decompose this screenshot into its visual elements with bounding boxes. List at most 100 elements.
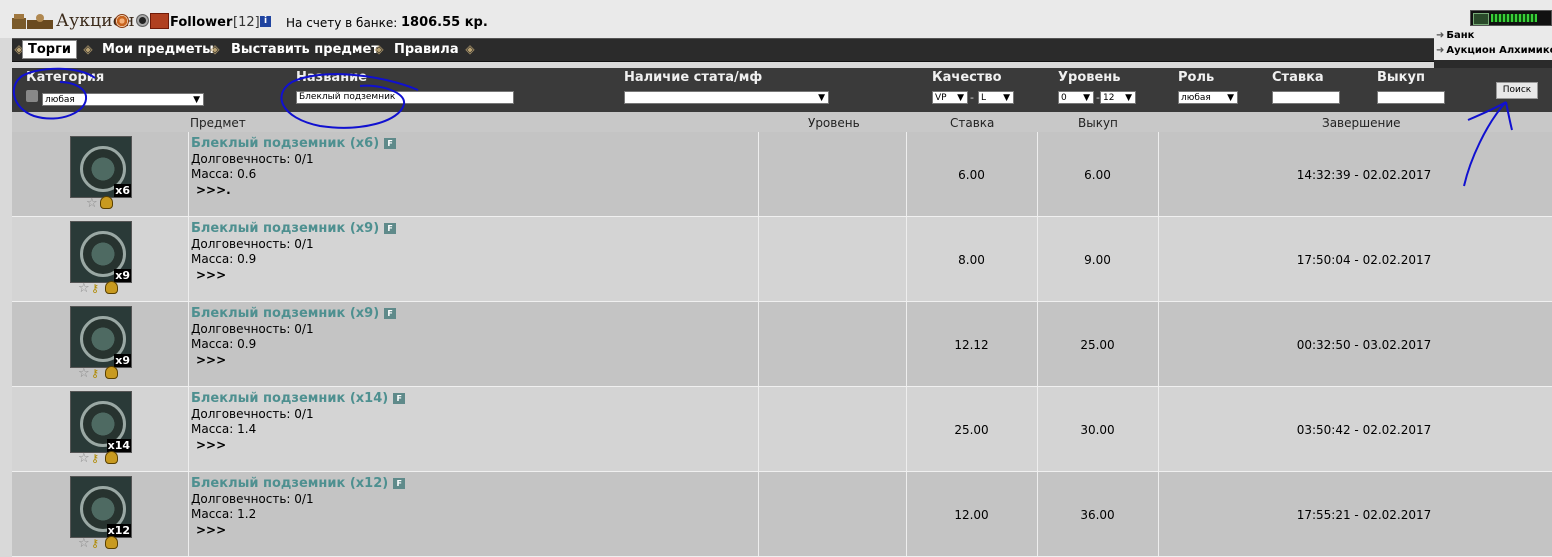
item-image[interactable]: x6: [70, 136, 132, 198]
star-icon[interactable]: ☆: [78, 282, 91, 295]
arrow-icon: ➜: [1436, 45, 1445, 56]
arrow-icon: ➜: [1436, 30, 1445, 41]
link-bank[interactable]: ➜ Банк: [1436, 30, 1474, 41]
key-icon[interactable]: ⚷: [91, 537, 104, 550]
item-actions: ☆: [86, 196, 113, 210]
bid-cell: 12.00: [954, 508, 989, 522]
buyout-cell: 30.00: [1080, 423, 1115, 437]
more-link[interactable]: >>>: [196, 438, 226, 452]
more-link[interactable]: >>>: [196, 523, 226, 537]
table-row: x12 ☆⚷ Блеклый подземник (x12) F Долговечнос…: [12, 472, 1552, 557]
name-input[interactable]: Блеклый подземник: [296, 91, 514, 104]
link-bank-label: Банк: [1446, 30, 1475, 41]
column-divider: [758, 302, 759, 386]
item-name-link[interactable]: Блеклый подземник (x6) F: [191, 136, 397, 151]
nav-separator-icon: ◈: [210, 42, 220, 56]
bag-icon[interactable]: [105, 366, 118, 379]
star-icon[interactable]: ☆: [86, 197, 99, 210]
buyout-input[interactable]: [1377, 91, 1445, 104]
star-icon[interactable]: ☆: [78, 367, 91, 380]
chevron-down-icon: ▼: [1083, 93, 1090, 103]
buyout-cell: 36.00: [1080, 508, 1115, 522]
tab-put-item[interactable]: Выставить предмет: [226, 41, 384, 58]
item-mass: Масса: 1.4: [191, 422, 256, 436]
item-durability: Долговечность: 0/1: [191, 322, 314, 336]
f-badge[interactable]: F: [384, 308, 397, 319]
bid-label: Ставка: [1272, 70, 1324, 85]
item-image[interactable]: x9: [70, 221, 132, 283]
category-select[interactable]: любая ▼: [42, 93, 204, 106]
info-icon[interactable]: i: [260, 16, 271, 27]
star-icon[interactable]: ☆: [78, 452, 91, 465]
bag-icon[interactable]: [105, 281, 118, 294]
column-divider: [188, 132, 189, 216]
key-icon[interactable]: ⚷: [91, 452, 104, 465]
role-select[interactable]: любая ▼: [1178, 91, 1238, 104]
f-badge[interactable]: F: [384, 223, 397, 234]
column-divider: [188, 302, 189, 386]
nav-separator-icon: ◈: [83, 42, 93, 56]
mass-value: 1.4: [237, 422, 257, 436]
item-actions: ☆⚷: [78, 536, 118, 550]
bag-icon[interactable]: [100, 196, 113, 209]
item-actions: ☆⚷: [78, 366, 118, 380]
bag-icon[interactable]: [105, 451, 118, 464]
f-badge[interactable]: F: [384, 138, 397, 149]
alignment-icon[interactable]: [136, 14, 149, 27]
col-bid: Ставка: [950, 116, 995, 130]
player-name: Follower: [170, 15, 233, 30]
col-end: Завершение: [1322, 116, 1401, 130]
item-name-link[interactable]: Блеклый подземник (x14) F: [191, 391, 406, 406]
item-image[interactable]: x14: [70, 391, 132, 453]
chevron-down-icon: ▼: [1227, 93, 1234, 103]
item-image[interactable]: x12: [70, 476, 132, 538]
category-label: Категория: [26, 70, 105, 85]
buyout-cell: 6.00: [1084, 168, 1111, 182]
item-name-link[interactable]: Блеклый подземник (x9) F: [191, 306, 397, 321]
end-time-cell: 00:32:50 - 03.02.2017: [1296, 338, 1432, 352]
stat-label: Наличие стата/мф: [624, 70, 763, 85]
quality-label: Качество: [932, 70, 1002, 85]
item-name-link[interactable]: Блеклый подземник (x9) F: [191, 221, 397, 236]
tab-trades[interactable]: Торги: [22, 40, 78, 59]
f-badge[interactable]: F: [393, 478, 406, 489]
range-dash: -: [970, 91, 974, 104]
item-image[interactable]: x9: [70, 306, 132, 368]
more-link[interactable]: >>>: [196, 268, 226, 282]
star-icon[interactable]: ☆: [78, 537, 91, 550]
item-name: Блеклый подземник (x6): [191, 136, 380, 151]
col-item: Предмет: [190, 116, 246, 130]
search-button[interactable]: Поиск: [1496, 82, 1538, 99]
durability-label: Долговечность:: [191, 152, 291, 166]
mass-label: Масса:: [191, 167, 234, 181]
clan-icon[interactable]: [150, 13, 169, 29]
item-durability: Долговечность: 0/1: [191, 237, 314, 251]
category-value: любая: [45, 95, 75, 105]
bag-icon[interactable]: [105, 536, 118, 549]
column-divider: [758, 132, 759, 216]
level-to-select[interactable]: 12 ▼: [1100, 91, 1136, 104]
chevron-down-icon: ▼: [818, 93, 825, 103]
quality-to-select[interactable]: L ▼: [978, 91, 1014, 104]
tab-rules[interactable]: Правила: [389, 41, 464, 58]
item-name-link[interactable]: Блеклый подземник (x12) F: [191, 476, 406, 491]
tab-my-items[interactable]: Мои предметы: [97, 41, 219, 58]
hp-gauge: [1470, 10, 1552, 26]
more-link[interactable]: >>>: [196, 353, 226, 367]
stat-select[interactable]: ▼: [624, 91, 829, 104]
column-divider: [188, 387, 189, 471]
bid-input[interactable]: [1272, 91, 1340, 104]
item-mass: Масса: 1.2: [191, 507, 256, 521]
link-alchemist-auction[interactable]: ➜ Аукцион Алхимико: [1436, 45, 1552, 56]
col-level: Уровень: [808, 116, 860, 130]
quality-from-select[interactable]: VP ▼: [932, 91, 968, 104]
level-from-select[interactable]: 0 ▼: [1058, 91, 1094, 104]
key-icon[interactable]: ⚷: [91, 367, 104, 380]
key-icon[interactable]: ⚷: [91, 282, 104, 295]
item-mass: Масса: 0.9: [191, 337, 256, 351]
top-bar: Аукцион Follower [12] i На счету в банке…: [0, 0, 1552, 38]
more-link[interactable]: >>>.: [196, 183, 231, 197]
level-label: Уровень: [1058, 70, 1121, 85]
role-value: любая: [1181, 93, 1211, 103]
f-badge[interactable]: F: [393, 393, 406, 404]
